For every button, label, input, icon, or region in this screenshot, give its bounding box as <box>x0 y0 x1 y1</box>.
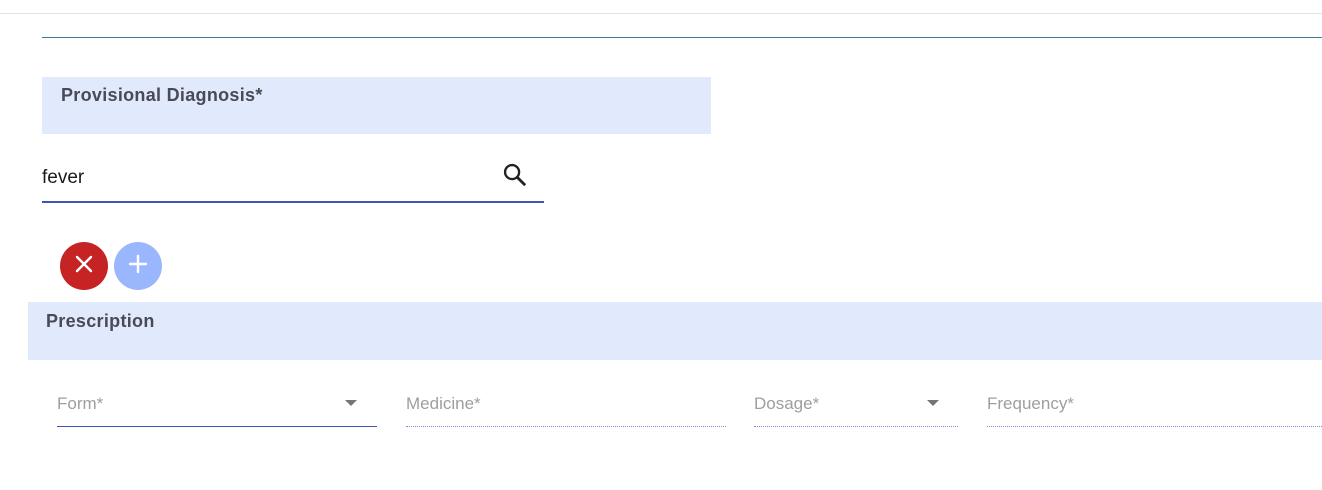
diagnosis-field[interactable] <box>42 157 544 203</box>
medicine-label: Medicine* <box>406 394 481 413</box>
section-divider <box>42 37 1322 38</box>
frequency-label: Frequency* <box>987 394 1074 413</box>
dropdown-caret-icon[interactable] <box>345 400 357 406</box>
prescription-header: Prescription <box>28 302 1322 360</box>
dosage-select[interactable]: Dosage* <box>754 385 958 427</box>
remove-diagnosis-button[interactable] <box>60 242 108 290</box>
diagnosis-input[interactable] <box>42 165 482 191</box>
provisional-diagnosis-title: Provisional Diagnosis* <box>61 85 263 105</box>
form-select[interactable]: Form* <box>57 385 377 427</box>
dosage-label: Dosage* <box>754 394 820 413</box>
top-divider <box>0 13 1322 14</box>
plus-icon <box>128 254 148 279</box>
search-icon[interactable] <box>501 161 529 189</box>
close-icon <box>74 254 94 279</box>
prescription-title: Prescription <box>46 311 155 331</box>
medicine-input[interactable]: Medicine* <box>406 385 726 427</box>
form-label: Form* <box>57 394 104 413</box>
add-diagnosis-button[interactable] <box>114 242 162 290</box>
frequency-input[interactable]: Frequency* <box>987 385 1322 427</box>
dropdown-caret-icon[interactable] <box>927 400 939 406</box>
consultation-form: Provisional Diagnosis* Prescription <box>0 0 1322 490</box>
provisional-diagnosis-header: Provisional Diagnosis* <box>42 77 711 134</box>
